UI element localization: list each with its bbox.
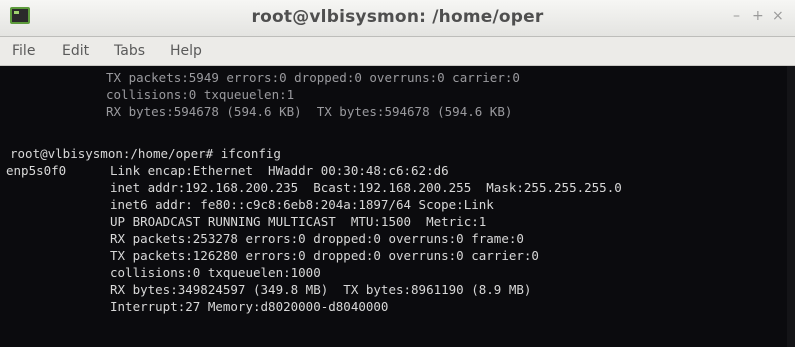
terminal-line: TX packets:5949 errors:0 dropped:0 overr… <box>106 70 520 85</box>
terminal-line: RX bytes:349824597 (349.8 MB) TX bytes:8… <box>110 282 532 297</box>
terminal-line: collisions:0 txqueuelen:1 <box>106 87 295 102</box>
close-button[interactable]: × <box>772 9 784 23</box>
terminal-line: inet addr:192.168.200.235 Bcast:192.168.… <box>110 180 622 195</box>
terminal-scrollbar[interactable] <box>787 66 795 347</box>
terminal-line: inet6 addr: fe80::c9c8:6eb8:204a:1897/64… <box>110 197 494 212</box>
terminal-line: TX packets:126280 errors:0 dropped:0 ove… <box>110 248 539 263</box>
interface-name: enp5s0f0 <box>6 163 67 178</box>
terminal-line: UP BROADCAST RUNNING MULTICAST MTU:1500 … <box>110 214 487 229</box>
title-bar[interactable]: root@vlbisysmon: /home/oper – + × <box>0 0 795 37</box>
terminal-line: RX packets:253278 errors:0 dropped:0 ove… <box>110 231 524 246</box>
terminal-line: Interrupt:27 Memory:d8020000-d8040000 <box>110 299 389 314</box>
maximize-button[interactable]: + <box>752 9 764 23</box>
terminal-line: collisions:0 txqueuelen:1000 <box>110 265 321 280</box>
terminal-output[interactable]: TX packets:5949 errors:0 dropped:0 overr… <box>0 66 795 347</box>
terminal-line: RX bytes:594678 (594.6 KB) TX bytes:5946… <box>106 104 513 119</box>
window-title: root@vlbisysmon: /home/oper <box>251 7 544 27</box>
menu-edit[interactable]: Edit <box>62 43 89 59</box>
menu-file[interactable]: File <box>12 43 35 59</box>
terminal-line: Link encap:Ethernet HWaddr 00:30:48:c6:6… <box>110 163 449 178</box>
menu-tabs[interactable]: Tabs <box>114 43 145 59</box>
menu-help[interactable]: Help <box>170 43 202 59</box>
minimize-button[interactable]: – <box>733 9 740 23</box>
shell-prompt-line: root@vlbisysmon:/home/oper# ifconfig <box>10 146 281 161</box>
terminal-window: root@vlbisysmon: /home/oper – + × File E… <box>0 0 795 347</box>
menu-bar: File Edit Tabs Help <box>0 37 795 66</box>
